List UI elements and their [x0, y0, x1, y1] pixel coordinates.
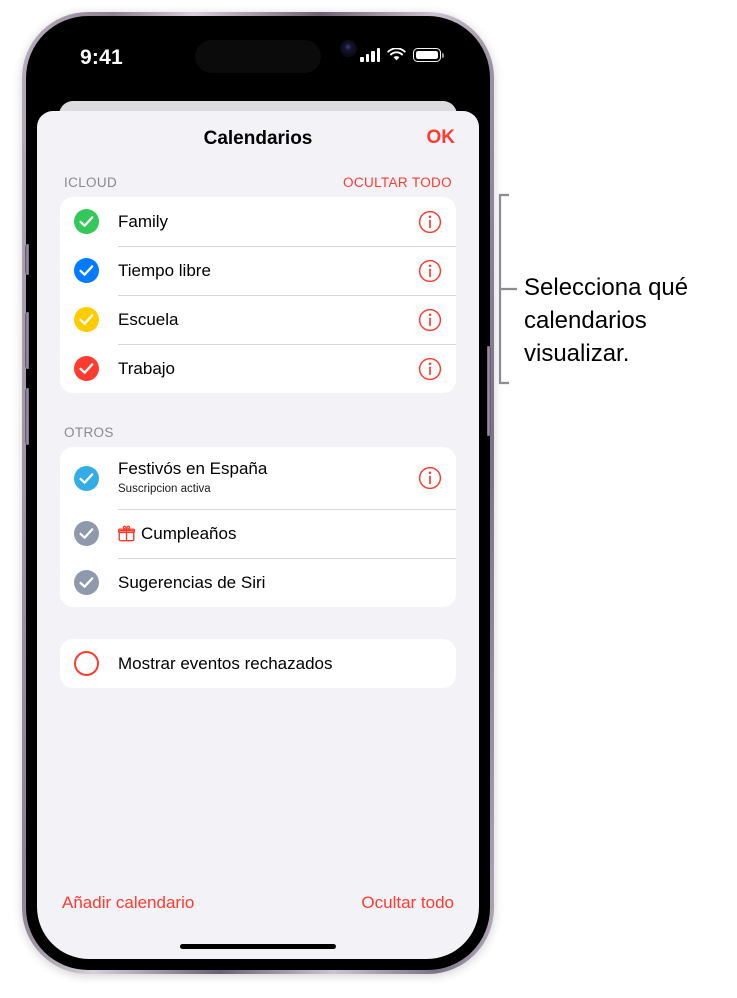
list-item[interactable]: Family	[60, 197, 456, 246]
list-item-label: Family	[118, 211, 169, 231]
front-camera-icon	[340, 40, 357, 57]
sheet-header: Calendarios OK	[37, 111, 479, 167]
list-item-label: Trabajo	[118, 358, 176, 378]
callout-text: Selecciona qué calendarios visualizar.	[524, 274, 689, 367]
section-header-otros: OTROS	[37, 417, 479, 447]
checkmark-circle-icon[interactable]	[74, 521, 99, 546]
list-item-label: Cumpleaños	[141, 523, 237, 543]
volume-up-button[interactable]	[25, 312, 29, 369]
section-label-icloud: ICLOUD	[64, 174, 118, 190]
device-bezel: 9:41 Calendarios OK ICLOUD OCULTAR TODO …	[25, 16, 491, 970]
list-item[interactable]: Mostrar eventos rechazados	[60, 639, 456, 688]
checkmark-circle-icon[interactable]	[74, 307, 99, 332]
checkmark-circle-icon[interactable]	[74, 570, 99, 595]
icloud-calendars-card: Family Tiempo libre Escuela Trabajo	[60, 197, 456, 393]
page-title: Calendarios	[203, 128, 313, 149]
checkmark-circle-icon[interactable]	[74, 258, 99, 283]
volume-down-button[interactable]	[25, 388, 29, 445]
list-item[interactable]: Tiempo libre	[60, 246, 456, 295]
show-declined-events-label: Mostrar eventos rechazados	[118, 653, 333, 673]
list-item-label: Tiempo libre	[118, 260, 211, 280]
list-item-label: Sugerencias de Siri	[118, 572, 266, 592]
status-bar-time: 9:41	[80, 46, 123, 69]
other-calendars-card: Festivós en España Suscripcion activa Cu…	[60, 447, 456, 607]
checkmark-circle-icon[interactable]	[74, 356, 99, 381]
section-header-icloud: ICLOUD OCULTAR TODO	[37, 167, 479, 197]
list-item-sublabel: Suscripcion activa	[118, 483, 211, 495]
checkmark-circle-icon[interactable]	[74, 209, 99, 234]
sheet-footer: Añadir calendario Ocultar todo	[37, 893, 479, 913]
dynamic-island	[195, 40, 321, 73]
list-item[interactable]: Sugerencias de Siri	[60, 558, 456, 607]
show-declined-events-card: Mostrar eventos rechazados	[60, 639, 456, 688]
gift-icon	[118, 525, 135, 542]
checkmark-circle-icon[interactable]	[74, 465, 99, 491]
info-icon[interactable]	[418, 308, 442, 332]
list-item-label: Escuela	[118, 309, 179, 329]
add-calendar-button[interactable]: Añadir calendario	[62, 893, 194, 913]
list-item[interactable]: Trabajo	[60, 344, 456, 393]
list-item[interactable]: Escuela	[60, 295, 456, 344]
wifi-icon	[387, 48, 406, 61]
unchecked-circle-icon[interactable]	[74, 651, 99, 676]
section-label-otros: OTROS	[64, 424, 114, 440]
list-item[interactable]: Cumpleaños	[60, 509, 456, 558]
done-button[interactable]: OK	[427, 127, 456, 149]
list-item[interactable]: Festivós en España Suscripcion activa	[60, 447, 456, 509]
status-bar-indicators	[360, 46, 444, 64]
hide-all-button[interactable]: Ocultar todo	[361, 893, 454, 913]
info-icon[interactable]	[418, 259, 442, 283]
silent-switch-button[interactable]	[25, 244, 29, 275]
iphone-device-frame: 9:41 Calendarios OK ICLOUD OCULTAR TODO …	[22, 12, 494, 974]
cellular-bars-icon	[360, 48, 380, 62]
hide-all-icloud-button[interactable]: OCULTAR TODO	[343, 175, 452, 190]
calendars-sheet: Calendarios OK ICLOUD OCULTAR TODO Famil…	[37, 111, 479, 959]
info-icon[interactable]	[418, 357, 442, 381]
power-button[interactable]	[487, 346, 491, 436]
status-bar: 9:41	[37, 27, 479, 85]
info-icon[interactable]	[418, 210, 442, 234]
phone-screen: 9:41 Calendarios OK ICLOUD OCULTAR TODO …	[37, 27, 479, 959]
home-indicator[interactable]	[180, 943, 336, 949]
list-item-label: Festivós en España	[118, 459, 268, 478]
info-icon[interactable]	[418, 466, 442, 490]
battery-icon	[413, 48, 444, 62]
screenshot-root: 9:41 Calendarios OK ICLOUD OCULTAR TODO …	[0, 0, 737, 998]
